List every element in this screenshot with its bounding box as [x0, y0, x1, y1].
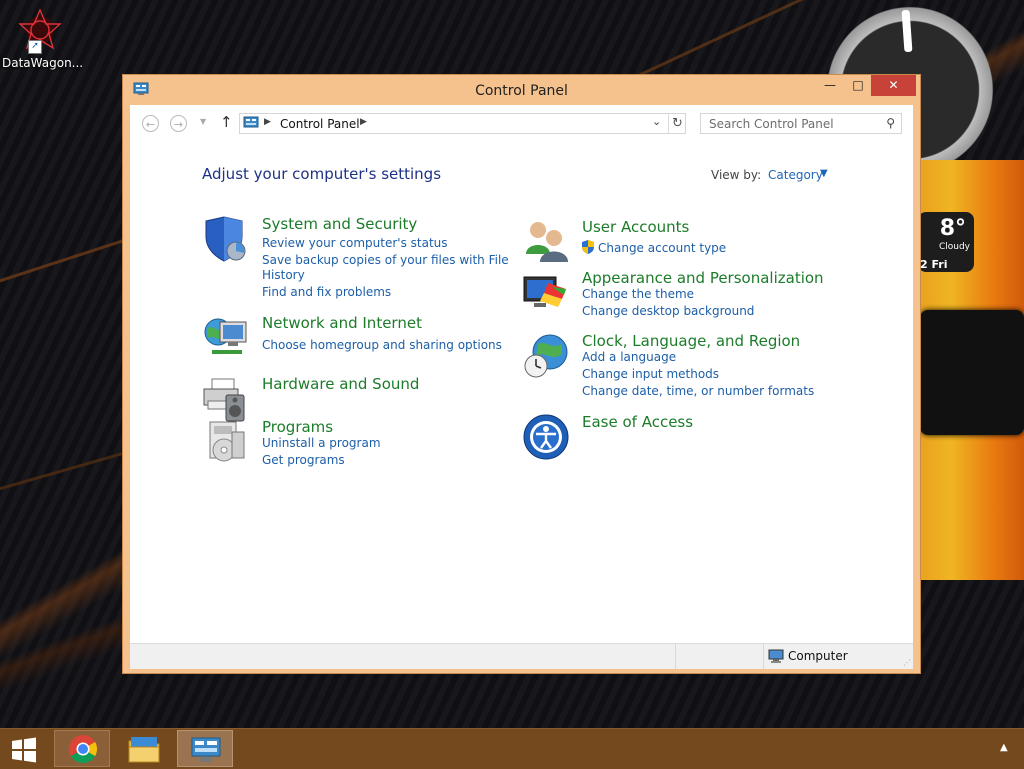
- taskbar-file-explorer-button[interactable]: [116, 730, 172, 767]
- search-input[interactable]: Search Control Panel ⚲: [700, 113, 902, 134]
- title-bar[interactable]: Control Panel — □ ✕: [123, 75, 920, 105]
- review-status-link[interactable]: Review your computer's status: [262, 236, 448, 250]
- status-bar: Computer ⋰: [130, 643, 913, 669]
- back-button[interactable]: ←: [142, 115, 159, 132]
- window-content: ← → ▼ ↑ ▶ Control Panel ▶ ⌄ ↻ Search Con…: [130, 105, 913, 669]
- status-divider: [763, 644, 764, 669]
- get-programs-link[interactable]: Get programs: [262, 453, 345, 467]
- control-panel-icon: [243, 116, 259, 130]
- navigation-bar: ← → ▼ ↑ ▶ Control Panel ▶ ⌄ ↻ Search Con…: [130, 105, 913, 143]
- desktop-icon-datawagon[interactable]: ➚ DataWagon...: [2, 6, 84, 70]
- gadget-dark-panel: [920, 310, 1024, 435]
- shield-icon[interactable]: [202, 215, 250, 263]
- users-icon[interactable]: [522, 218, 570, 266]
- change-account-type-link[interactable]: Change account type: [598, 241, 726, 255]
- taskbar-chrome-button[interactable]: [54, 730, 110, 767]
- computer-icon: [768, 649, 784, 663]
- ease-of-access-link[interactable]: Ease of Access: [582, 413, 693, 431]
- user-accounts-link[interactable]: User Accounts: [582, 218, 689, 236]
- forward-button[interactable]: →: [170, 115, 187, 132]
- weather-temp: 8°: [939, 216, 966, 241]
- taskbar: ▲: [0, 728, 1024, 769]
- network-internet-link[interactable]: Network and Internet: [262, 314, 422, 332]
- start-button[interactable]: [10, 737, 38, 763]
- view-by-label: View by:: [711, 168, 762, 182]
- monitor-palette-icon[interactable]: [522, 269, 570, 317]
- breadcrumb-chevron-icon[interactable]: ▶: [264, 117, 271, 127]
- find-fix-problems-link[interactable]: Find and fix problems: [262, 285, 391, 299]
- desktop-icon-label: DataWagon...: [2, 56, 84, 70]
- weather-gadget[interactable]: 8° Cloudy 2 Fri: [918, 212, 974, 272]
- breadcrumb-control-panel[interactable]: Control Panel: [280, 117, 360, 131]
- printer-speaker-icon[interactable]: [202, 375, 250, 423]
- ease-of-access-icon[interactable]: [522, 413, 570, 461]
- network-globe-icon[interactable]: [202, 314, 250, 362]
- folder-icon: [128, 735, 160, 766]
- wallpaper-streak: [0, 448, 138, 495]
- control-panel-window: Control Panel — □ ✕ ← → ▼ ↑ ▶ Control Pa…: [122, 74, 921, 674]
- change-theme-link[interactable]: Change the theme: [582, 287, 694, 301]
- address-bar[interactable]: ▶ Control Panel ▶ ⌄ ↻: [239, 113, 686, 134]
- appearance-personalization-link[interactable]: Appearance and Personalization: [582, 269, 824, 287]
- close-button[interactable]: ✕: [871, 75, 916, 96]
- breadcrumb-chevron-icon[interactable]: ▶: [360, 117, 367, 127]
- clock-language-region-link[interactable]: Clock, Language, and Region: [582, 332, 800, 350]
- taskbar-control-panel-button[interactable]: [177, 730, 233, 767]
- search-icon[interactable]: ⚲: [886, 116, 895, 130]
- homegroup-sharing-link[interactable]: Choose homegroup and sharing options: [262, 338, 502, 352]
- change-desktop-background-link[interactable]: Change desktop background: [582, 304, 754, 318]
- up-button[interactable]: ↑: [220, 113, 233, 131]
- weather-date: 2 Fri: [920, 258, 948, 271]
- change-input-methods-link[interactable]: Change input methods: [582, 367, 719, 381]
- maximize-button[interactable]: □: [843, 75, 873, 96]
- file-history-link-cont[interactable]: History: [262, 268, 305, 282]
- datawagon-icon: ➚: [16, 6, 64, 54]
- system-security-link[interactable]: System and Security: [262, 215, 417, 233]
- uninstall-program-link[interactable]: Uninstall a program: [262, 436, 381, 450]
- resize-grip-icon[interactable]: ⋰: [903, 658, 911, 667]
- show-hidden-icons-chevron-icon[interactable]: ▲: [1000, 742, 1008, 753]
- view-by-chevron-icon[interactable]: ▼: [820, 168, 828, 179]
- change-date-time-formats-link[interactable]: Change date, time, or number formats: [582, 384, 814, 398]
- control-panel-icon: [190, 736, 222, 767]
- chrome-icon: [68, 734, 98, 767]
- status-divider: [675, 644, 676, 669]
- window-title: Control Panel: [475, 83, 568, 99]
- recent-locations-chevron-icon[interactable]: ▼: [200, 117, 206, 126]
- weather-condition: Cloudy: [938, 242, 970, 252]
- address-dropdown-chevron-icon[interactable]: ⌄: [652, 115, 661, 128]
- hardware-sound-link[interactable]: Hardware and Sound: [262, 375, 419, 393]
- globe-clock-icon[interactable]: [522, 332, 570, 380]
- page-title: Adjust your computer's settings: [202, 165, 442, 183]
- minimize-button[interactable]: —: [815, 75, 845, 96]
- add-language-link[interactable]: Add a language: [582, 350, 676, 364]
- uac-shield-icon: [581, 240, 595, 257]
- shortcut-arrow-icon: ➚: [28, 40, 42, 54]
- status-location-text: Computer: [788, 649, 848, 663]
- programs-box-icon[interactable]: [202, 418, 250, 466]
- programs-link[interactable]: Programs: [262, 418, 333, 436]
- view-by-dropdown[interactable]: Category: [768, 168, 823, 182]
- file-history-link[interactable]: Save backup copies of your files with Fi…: [262, 253, 509, 267]
- search-placeholder: Search Control Panel: [709, 117, 834, 131]
- refresh-button[interactable]: ↻: [668, 114, 686, 133]
